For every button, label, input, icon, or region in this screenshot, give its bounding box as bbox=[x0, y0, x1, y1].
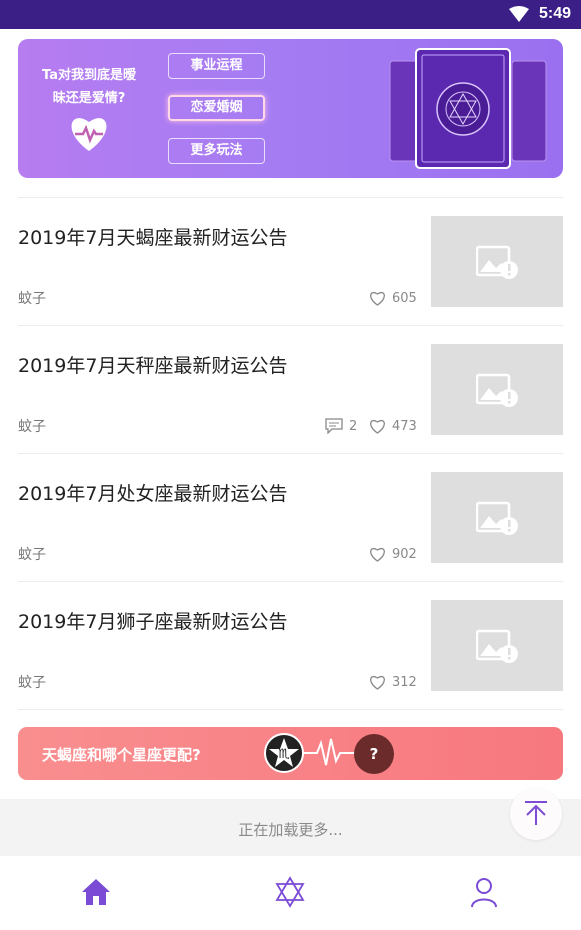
pulse-line-icon bbox=[303, 738, 357, 766]
unknown-sign-badge: ? bbox=[354, 734, 394, 774]
promo-text: 天蝎座和哪个星座更配? bbox=[42, 746, 201, 764]
tab-astrology[interactable] bbox=[270, 876, 310, 916]
banner-button-career[interactable]: 事业运程 bbox=[168, 53, 265, 79]
back-to-top-button[interactable] bbox=[510, 788, 562, 840]
zodiac-match-promo[interactable]: 天蝎座和哪个星座更配? ♏ ? bbox=[18, 727, 563, 780]
article-author: 蚊子 bbox=[18, 547, 46, 563]
likes-count[interactable]: 473 bbox=[369, 417, 417, 435]
article-title: 2019年7月处女座最新财运公告 bbox=[18, 483, 288, 505]
article-row[interactable]: 2019年7月天蝎座最新财运公告 蚊子 605 bbox=[0, 197, 581, 325]
broken-image-icon bbox=[476, 245, 518, 279]
heart-outline-icon bbox=[370, 419, 385, 434]
article-author: 蚊子 bbox=[18, 291, 46, 307]
tarot-banner[interactable]: Ta对我到底是暧昧还是爱情? 事业运程 恋爱婚姻 更多玩法 bbox=[18, 39, 563, 178]
tab-profile[interactable] bbox=[464, 876, 504, 916]
article-row[interactable]: 2019年7月处女座最新财运公告 蚊子 902 bbox=[0, 453, 581, 581]
heart-outline-icon bbox=[370, 547, 385, 562]
likes-count[interactable]: 902 bbox=[369, 545, 417, 563]
heartbeat-icon bbox=[71, 118, 107, 151]
article-title: 2019年7月狮子座最新财运公告 bbox=[18, 611, 288, 633]
article-title: 2019年7月天蝎座最新财运公告 bbox=[18, 227, 288, 249]
article-thumbnail bbox=[431, 344, 563, 435]
scorpio-sign-icon: ♏ bbox=[264, 733, 304, 773]
article-thumbnail bbox=[431, 216, 563, 307]
broken-image-icon bbox=[476, 629, 518, 663]
banner-button-more[interactable]: 更多玩法 bbox=[168, 138, 265, 164]
heart-outline-icon bbox=[370, 675, 385, 690]
article-thumbnail bbox=[431, 600, 563, 691]
wifi-icon bbox=[509, 6, 529, 22]
bottom-tab-bar bbox=[0, 856, 581, 930]
loading-text: 正在加载更多... bbox=[238, 821, 343, 839]
article-author: 蚊子 bbox=[18, 675, 46, 691]
divider bbox=[18, 709, 563, 710]
article-author: 蚊子 bbox=[18, 419, 46, 435]
load-more-footer: 正在加载更多... bbox=[0, 799, 581, 856]
arrow-up-icon bbox=[525, 801, 547, 825]
status-time: 5:49 bbox=[538, 5, 571, 22]
broken-image-icon bbox=[476, 501, 518, 535]
tarot-cards-image bbox=[389, 48, 547, 169]
status-bar: 5:49 bbox=[0, 0, 581, 29]
article-title: 2019年7月天秤座最新财运公告 bbox=[18, 355, 288, 377]
banner-question: Ta对我到底是暧昧还是爱情? bbox=[42, 68, 136, 106]
likes-count[interactable]: 312 bbox=[369, 673, 417, 691]
star-of-david-icon bbox=[275, 876, 305, 908]
article-thumbnail bbox=[431, 472, 563, 563]
comment-icon bbox=[325, 418, 343, 434]
article-row[interactable]: 2019年7月天秤座最新财运公告 蚊子 2 473 bbox=[0, 325, 581, 453]
comments-count[interactable]: 2 bbox=[325, 417, 357, 435]
likes-count[interactable]: 605 bbox=[369, 289, 417, 307]
broken-image-icon bbox=[476, 373, 518, 407]
article-row[interactable]: 2019年7月狮子座最新财运公告 蚊子 312 bbox=[0, 581, 581, 709]
banner-button-love[interactable]: 恋爱婚姻 bbox=[168, 95, 265, 121]
user-icon bbox=[471, 878, 497, 908]
home-icon bbox=[82, 879, 110, 905]
tab-home[interactable] bbox=[76, 876, 116, 916]
heart-outline-icon bbox=[370, 291, 385, 306]
svg-text:♏: ♏ bbox=[278, 747, 290, 762]
